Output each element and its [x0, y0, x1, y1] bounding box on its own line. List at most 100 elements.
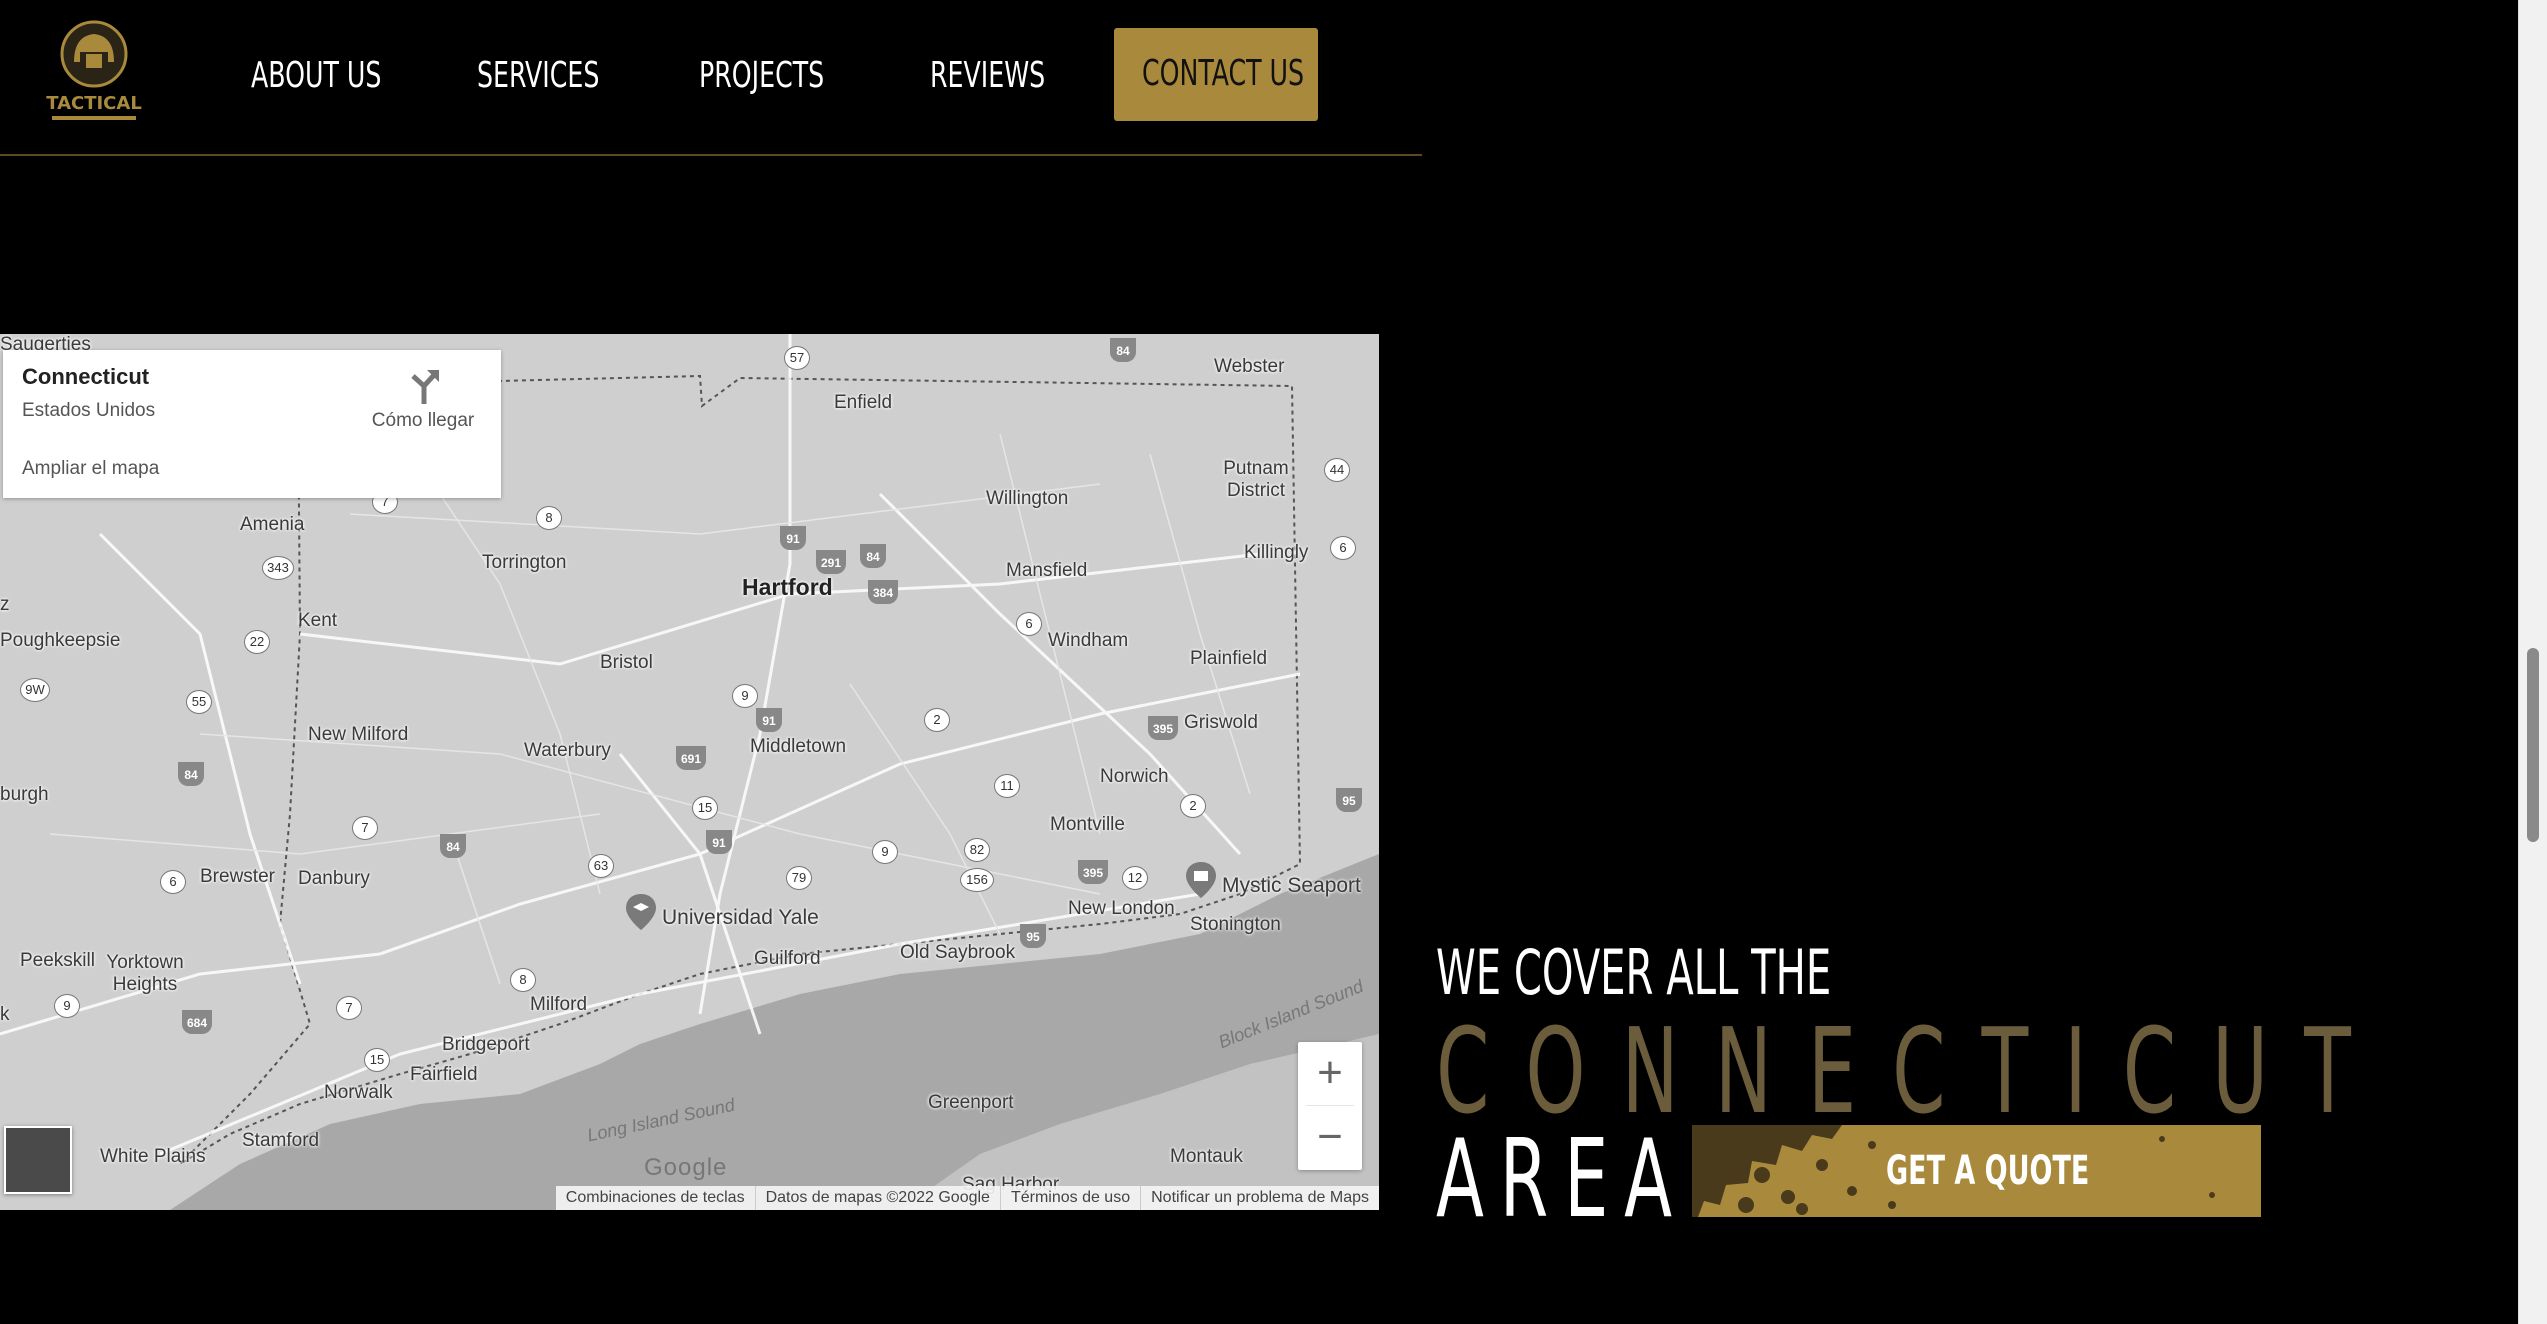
university-pin-icon[interactable] — [626, 894, 656, 930]
route-shield: 343 — [262, 556, 294, 580]
interstate-shield: 84 — [1110, 338, 1136, 362]
map-label: Enfield — [834, 392, 893, 413]
route-shield: 15 — [364, 1048, 390, 1072]
route-shield: 2 — [924, 708, 950, 732]
interstate-shield: 95 — [1336, 788, 1362, 812]
coverage-heading-line1: WE COVER ALL THE — [1436, 936, 1832, 1009]
map-label: Amenia — [240, 514, 305, 535]
interstate-shield: 684 — [182, 1010, 212, 1034]
interstate-shield: 384 — [868, 580, 898, 604]
map-label: Torrington — [482, 552, 567, 573]
route-shield: 8 — [536, 506, 562, 530]
map-label: New Milford — [308, 724, 409, 745]
interstate-shield: 84 — [440, 834, 466, 858]
map-label: Peekskill — [20, 950, 95, 971]
satellite-layer-toggle[interactable] — [4, 1126, 72, 1194]
map-label: Bristol — [600, 652, 653, 673]
zoom-controls: + − — [1298, 1042, 1362, 1170]
info-card-title: Connecticut — [22, 364, 150, 389]
map-label: Putnam District — [1223, 458, 1289, 501]
map-label: Webster — [1214, 356, 1285, 377]
interstate-shield: 91 — [756, 708, 782, 732]
route-shield: 2 — [1180, 794, 1206, 818]
directions-button[interactable]: Cómo llegar — [363, 368, 483, 438]
route-shield: 9 — [872, 840, 898, 864]
map-label: New London — [1068, 898, 1175, 919]
route-shield: 9 — [54, 994, 80, 1018]
zoom-in-button[interactable]: + — [1298, 1042, 1362, 1106]
route-shield: 11 — [994, 774, 1020, 798]
map-label: Plainfield — [1190, 648, 1268, 669]
company-logo[interactable]: TACTICAL — [46, 18, 142, 126]
contact-us-button[interactable]: CONTACT US — [1114, 28, 1318, 121]
map-label: Stonington — [1190, 914, 1281, 935]
report-problem-link[interactable]: Notificar un problema de Maps — [1140, 1186, 1379, 1210]
nav-services[interactable]: SERVICES — [477, 46, 599, 106]
map-label: Waterbury — [524, 740, 611, 761]
map-label: Norwalk — [324, 1082, 393, 1103]
map-footer: Combinaciones de teclas Datos de mapas ©2… — [555, 1186, 1379, 1210]
embedded-map[interactable]: Saugerties Enfield Webster Putnam Distri… — [0, 334, 1379, 1210]
nav-about-us[interactable]: ABOUT US — [251, 46, 381, 106]
svg-text:TACTICAL: TACTICAL — [46, 93, 142, 114]
map-label: Griswold — [1184, 712, 1258, 733]
map-info-card: Connecticut Estados Unidos Cómo llegar A… — [3, 350, 501, 498]
interstate-shield: 95 — [1020, 924, 1046, 948]
map-label: Windham — [1048, 630, 1129, 651]
map-label: Fairfield — [410, 1064, 478, 1085]
interstate-shield: 91 — [780, 526, 806, 550]
page-scrollbar[interactable] — [2518, 0, 2547, 1324]
interstate-shield: 84 — [860, 544, 886, 568]
map-label: Kent — [298, 610, 338, 631]
map-label: Hartford — [742, 574, 833, 600]
nav-projects[interactable]: PROJECTS — [699, 46, 824, 106]
route-shield: 79 — [786, 866, 812, 890]
map-label: Greenport — [928, 1092, 1014, 1113]
directions-arrow-icon — [411, 370, 439, 404]
map-label: Willington — [986, 488, 1069, 509]
nav-reviews[interactable]: REVIEWS — [930, 46, 1045, 106]
route-shield: 7 — [352, 816, 378, 840]
map-label: Middletown — [750, 736, 847, 757]
contact-us-label: CONTACT US — [1142, 53, 1305, 94]
directions-label: Cómo llegar — [371, 410, 475, 431]
interstate-shield: 291 — [816, 550, 846, 574]
interstate-shield: 395 — [1148, 716, 1178, 740]
route-shield: 12 — [1122, 866, 1148, 890]
route-shield: 55 — [186, 690, 212, 714]
map-label: k — [0, 1004, 10, 1025]
route-shield: 44 — [1324, 458, 1350, 482]
route-shield: 156 — [960, 868, 994, 892]
route-shield: 6 — [160, 870, 186, 894]
terms-link[interactable]: Términos de uso — [999, 1186, 1140, 1210]
interstate-shield: 84 — [178, 762, 204, 786]
map-label: Montville — [1050, 814, 1125, 835]
route-shield: 22 — [244, 630, 270, 654]
coverage-area-word: AREA — [1436, 1117, 1688, 1242]
map-label: Bridgeport — [442, 1034, 530, 1055]
route-shield: 6 — [1016, 612, 1042, 636]
interstate-shield: 395 — [1078, 860, 1108, 884]
enlarge-map-link[interactable]: Ampliar el mapa — [22, 458, 159, 480]
keyboard-shortcuts-link[interactable]: Combinaciones de teclas — [556, 1186, 755, 1210]
route-shield: 6 — [1330, 536, 1356, 560]
museum-pin-icon[interactable] — [1186, 862, 1216, 898]
get-a-quote-button[interactable]: GET A QUOTE — [1692, 1125, 2261, 1217]
map-label: Montauk — [1170, 1146, 1243, 1167]
zoom-out-button[interactable]: − — [1298, 1106, 1362, 1170]
map-label: Old Saybrook — [900, 942, 1016, 963]
map-label: Universidad Yale — [662, 906, 819, 929]
map-label: Milford — [530, 994, 588, 1015]
map-label: White Plains — [100, 1146, 206, 1167]
route-shield: 63 — [588, 854, 614, 878]
helmet-logo-icon: TACTICAL — [46, 20, 142, 120]
site-header: TACTICAL ABOUT US SERVICES PROJECTS REVI… — [0, 0, 1422, 156]
get-a-quote-label: GET A QUOTE — [1886, 1148, 2090, 1194]
info-card-subtitle: Estados Unidos — [22, 400, 156, 421]
map-label: burgh — [0, 784, 49, 805]
interstate-shield: 691 — [676, 746, 706, 770]
route-shield: 7 — [336, 996, 362, 1020]
map-label: Stamford — [242, 1130, 320, 1151]
route-shield: 57 — [784, 346, 810, 370]
scrollbar-thumb[interactable] — [2527, 648, 2539, 842]
